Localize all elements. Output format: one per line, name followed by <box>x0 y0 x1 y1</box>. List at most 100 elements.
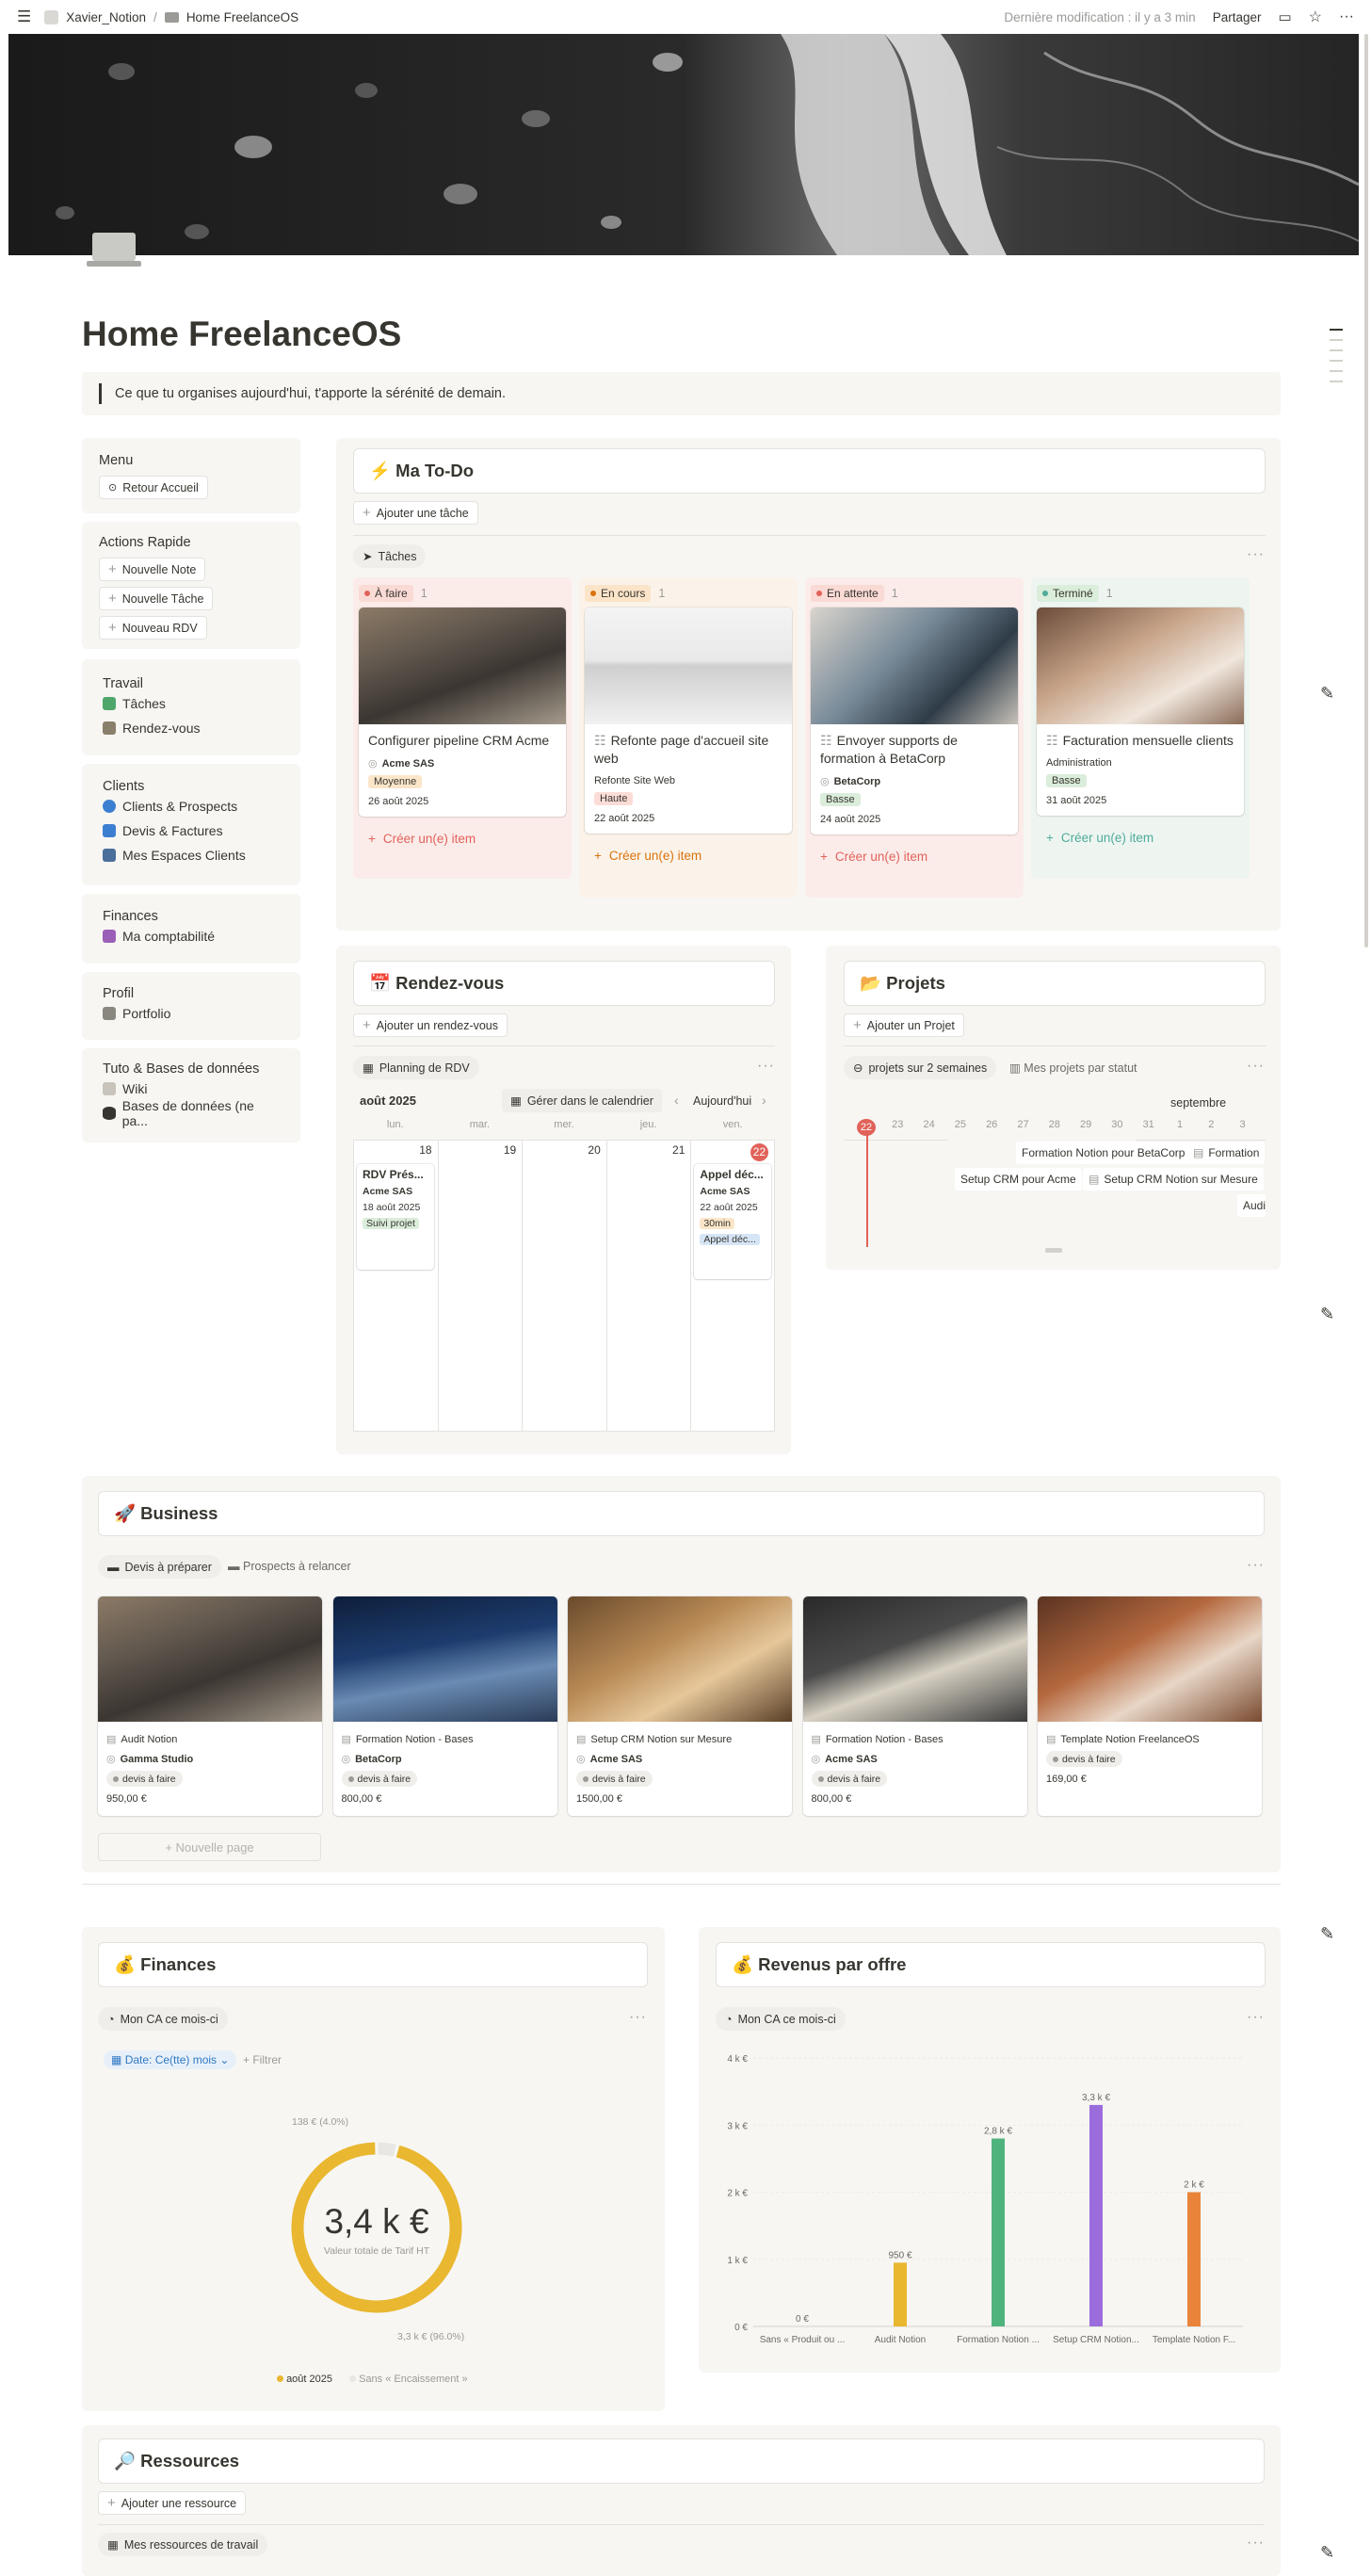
signature-icon[interactable]: ✎ <box>1320 684 1334 704</box>
status-label: À faire <box>375 587 408 600</box>
create-item-button[interactable]: + Créer un(e) item <box>1037 821 1244 853</box>
calendar-day-cell[interactable]: 19 <box>437 1140 523 1432</box>
business-card[interactable]: ▤ Formation Notion - Bases ◎ BetaCorp devis … <box>332 1596 557 1816</box>
tab-ca-mois[interactable]: ◔ Mon CA ce mois-ci <box>98 2007 228 2031</box>
table-of-contents-markers[interactable] <box>1330 329 1343 391</box>
add-projet-button[interactable]: + Ajouter un Projet <box>844 1013 964 1037</box>
new-rdv-button[interactable]: + Nouveau RDV <box>99 616 207 640</box>
add-ressource-button[interactable]: + Ajouter une ressource <box>98 2491 247 2515</box>
calendar-event[interactable]: Appel déc... Acme SAS 22 août 2025 30min App… <box>694 1164 771 1279</box>
devis-tag: devis à faire <box>811 1771 888 1787</box>
add-rdv-button[interactable]: + Ajouter un rendez-vous <box>353 1013 508 1037</box>
timeline-tick: 28 <box>1048 1119 1060 1130</box>
sidebar-item-devis[interactable]: Devis & Factures <box>103 818 280 843</box>
tab-devis[interactable]: ▬ Devis à préparer <box>98 1555 221 1579</box>
sidebar-item-espaces[interactable]: Mes Espaces Clients <box>103 843 280 867</box>
finances-more-icon[interactable]: ··· <box>629 2009 647 2026</box>
ressources-more-icon[interactable]: ··· <box>1247 2535 1265 2552</box>
calendar-day-cell[interactable]: 21 <box>605 1140 691 1432</box>
date-filter[interactable]: ▦ Date: Ce(tte) mois ⌄ <box>104 2050 237 2069</box>
sidebar-item-clients[interactable]: Clients & Prospects <box>103 794 280 818</box>
new-task-button[interactable]: + Nouvelle Tâche <box>99 587 214 610</box>
new-note-button[interactable]: + Nouvelle Note <box>99 558 206 581</box>
column-count: 1 <box>658 587 666 600</box>
timeline-bar[interactable]: Formation Notion pour BetaCorp <box>1016 1142 1191 1164</box>
task-card[interactable]: Configurer pipeline CRM Acme ◎ Acme SAS Moy… <box>359 608 566 817</box>
revenue-bar[interactable] <box>894 2262 907 2326</box>
kanban-column: En cours 1 ☷ Refonte page d'accueil site we… <box>579 577 798 898</box>
laptop-icon[interactable] <box>87 233 143 274</box>
breadcrumb-page[interactable]: Home FreelanceOS <box>186 10 298 24</box>
create-item-button[interactable]: + Créer un(e) item <box>811 840 1018 872</box>
today-button[interactable]: Aujourd'hui <box>693 1094 751 1108</box>
star-icon[interactable]: ☆ <box>1309 8 1322 26</box>
sidebar-item-taches[interactable]: Tâches <box>103 691 280 716</box>
business-cover-image <box>332 1596 557 1722</box>
signature-icon[interactable]: ✎ <box>1320 2543 1334 2563</box>
devis-tag: devis à faire <box>576 1771 653 1787</box>
tab-taches[interactable]: ➤ Tâches <box>353 544 427 568</box>
todo-more-icon[interactable]: ··· <box>1247 546 1265 563</box>
new-page-button[interactable]: + Nouvelle page <box>98 1833 321 1861</box>
tab-prospects[interactable]: ▬ Prospects à relancer <box>228 1560 351 1573</box>
timeline-icon: ⊖ <box>853 1061 863 1075</box>
tab-revenus-ca[interactable]: ◔ Mon CA ce mois-ci <box>716 2007 846 2031</box>
add-filter-button[interactable]: + Filtrer <box>243 2053 282 2066</box>
donut-segment-sans[interactable] <box>378 2142 396 2157</box>
tab-ressources[interactable]: ▦ Mes ressources de travail <box>98 2533 268 2556</box>
create-item-button[interactable]: + Créer un(e) item <box>585 839 792 871</box>
tab-projets-statut[interactable]: ▥ Mes projets par statut <box>1009 1061 1137 1075</box>
timeline-tick: 31 <box>1142 1119 1154 1130</box>
manage-calendar-button[interactable]: ▦ Gérer dans le calendrier <box>502 1089 662 1112</box>
prev-icon[interactable]: ‹ <box>674 1093 679 1108</box>
signature-icon[interactable]: ✎ <box>1320 1924 1334 1944</box>
business-more-icon[interactable]: ··· <box>1247 1557 1265 1574</box>
share-button[interactable]: Partager <box>1213 10 1262 24</box>
event-title: RDV Prés... <box>363 1168 424 1181</box>
task-cover-image <box>811 608 1018 724</box>
business-card[interactable]: ▤ Audit Notion ◎ Gamma Studio devis à faire 9… <box>98 1596 322 1816</box>
next-icon[interactable]: › <box>762 1093 766 1108</box>
scrollbar[interactable] <box>1364 34 1368 2565</box>
revenus-more-icon[interactable]: ··· <box>1247 2009 1265 2026</box>
revenue-bar[interactable] <box>1089 2104 1103 2326</box>
more-icon[interactable]: ··· <box>1339 8 1354 25</box>
task-date: 24 août 2025 <box>820 814 881 825</box>
calendar-event[interactable]: RDV Prés... Acme SAS 18 août 2025 Suivi pro… <box>357 1164 434 1270</box>
task-card[interactable]: ☷ Facturation mensuelle clients Administra… <box>1037 608 1244 816</box>
add-task-button[interactable]: + Ajouter une tâche <box>353 501 478 525</box>
day-number: 22 <box>750 1143 768 1161</box>
signature-icon[interactable]: ✎ <box>1320 1304 1334 1324</box>
revenue-bar[interactable] <box>992 2138 1005 2327</box>
home-button[interactable]: ⊙ Retour Accueil <box>99 476 208 499</box>
sidebar-item-bdd[interactable]: Bases de données (ne pa... <box>103 1098 280 1128</box>
timeline-bar[interactable]: ▤ Formation <box>1187 1142 1266 1164</box>
rdv-more-icon[interactable]: ··· <box>757 1058 775 1075</box>
sidebar-item-rdv[interactable]: Rendez-vous <box>103 716 280 740</box>
task-cover-image <box>585 608 792 724</box>
tab-projets-2-semaines[interactable]: ⊖ projets sur 2 semaines <box>844 1056 997 1079</box>
sidebar-item-portfolio[interactable]: Portfolio <box>103 1001 280 1026</box>
timeline-bar[interactable]: ▤ Setup CRM Notion sur Mesure <box>1083 1168 1264 1191</box>
day-number: 18 <box>419 1143 432 1157</box>
menu-icon[interactable]: ☰ <box>17 8 31 26</box>
task-card[interactable]: ☷ Refonte page d'accueil site web Refonte … <box>585 608 792 834</box>
business-card[interactable]: ▤ Setup CRM Notion sur Mesure ◎ Acme SAS dev… <box>568 1596 792 1816</box>
task-card[interactable]: ☷ Envoyer supports de formation à BetaCor… <box>811 608 1018 834</box>
comment-icon[interactable]: ▭ <box>1278 8 1291 25</box>
timeline-scroll-handle[interactable] <box>1045 1248 1062 1253</box>
create-item-button[interactable]: + Créer un(e) item <box>359 822 566 854</box>
client-icon: ◎ <box>811 1754 821 1765</box>
revenue-bar[interactable] <box>1187 2192 1201 2327</box>
clients-title: Clients <box>103 779 145 794</box>
business-card[interactable]: ▤ Formation Notion - Bases ◎ Acme SAS devis … <box>802 1596 1027 1816</box>
breadcrumb-workspace[interactable]: Xavier_Notion <box>66 10 146 24</box>
projets-more-icon[interactable]: ··· <box>1247 1058 1265 1075</box>
timeline-bar[interactable]: Setup CRM pour Acme <box>955 1168 1082 1191</box>
calendar-day-cell[interactable]: 20 <box>522 1140 606 1432</box>
timeline-bar[interactable]: Audi <box>1237 1194 1266 1217</box>
sidebar-item-compta[interactable]: Ma comptabilité <box>103 924 280 948</box>
business-card[interactable]: ▤ Template Notion FreelanceOS devis à fair… <box>1038 1596 1262 1816</box>
calendar-icon: ▦ <box>363 1061 374 1075</box>
tab-planning[interactable]: ▦ Planning de RDV <box>353 1056 479 1079</box>
